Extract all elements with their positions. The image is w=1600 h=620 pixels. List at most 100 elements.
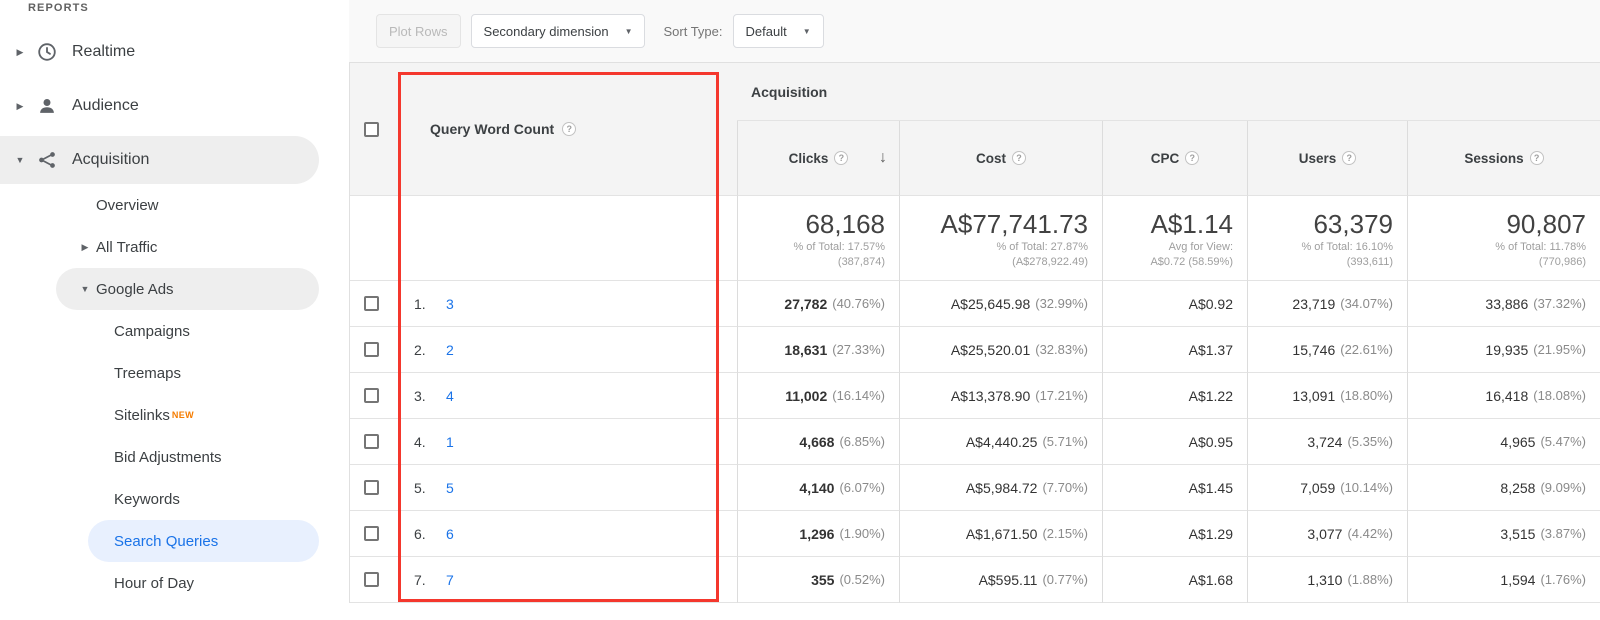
cpc-cell: A$0.92 <box>1102 281 1247 327</box>
chevron-down-icon[interactable]: ▼ <box>78 284 92 294</box>
sidebar-item-campaigns[interactable]: Campaigns <box>0 310 349 352</box>
cost-total-cell: A$77,741.73 % of Total: 27.87% (A$278,92… <box>899 196 1102 281</box>
dimension-header: Query Word Count ? <box>392 63 737 196</box>
row-checkbox[interactable] <box>363 526 379 541</box>
plot-rows-button[interactable]: Plot Rows <box>376 14 461 48</box>
sidebar-item-hour-of-day[interactable]: Hour of Day <box>0 562 349 604</box>
dimension-link[interactable]: 3 <box>446 296 454 312</box>
help-icon[interactable]: ? <box>1529 151 1544 165</box>
cost-cell: A$5,984.72 (7.70%) <box>899 465 1102 511</box>
users-column-header[interactable]: Users ? <box>1247 121 1407 196</box>
percent-of-total: (3.87%) <box>1540 526 1586 541</box>
sidebar-item-sitelinks[interactable]: Sitelinks NEW <box>0 394 349 436</box>
cpc-cell: A$0.95 <box>1102 419 1247 465</box>
dimension-link[interactable]: 4 <box>446 388 454 404</box>
percent-of-total: (1.90%) <box>839 526 885 541</box>
help-icon[interactable]: ? <box>834 151 849 165</box>
person-icon <box>36 95 58 117</box>
total-subtext: (A$278,922.49) <box>1012 256 1088 268</box>
clicks-cell: 4,140 (6.07%) <box>737 465 899 511</box>
total-value: 63,379 <box>1313 209 1393 239</box>
help-icon[interactable]: ? <box>562 122 577 136</box>
cost-cell: A$595.11 (0.77%) <box>899 557 1102 603</box>
acquisition-icon <box>36 149 58 171</box>
metric-value: A$13,378.90 <box>950 387 1031 404</box>
metric-value: 19,935 <box>1485 341 1529 358</box>
sidebar-item-search-queries[interactable]: Search Queries <box>88 520 319 562</box>
dimension-link[interactable]: 1 <box>446 434 454 450</box>
sidebar-item-google-ads[interactable]: ▼ Google Ads <box>56 268 319 310</box>
total-value: A$1.14 <box>1150 209 1233 239</box>
sessions-total-cell: 90,807 % of Total: 11.78% (770,986) <box>1407 196 1600 281</box>
row-index: 7. <box>414 571 426 588</box>
sidebar-item-audience[interactable]: ▶ Audience <box>0 82 349 130</box>
metric-value: A$1,671.50 <box>965 525 1038 542</box>
chevron-right-icon[interactable]: ▶ <box>78 242 92 253</box>
cost-column-header[interactable]: Cost ? <box>899 121 1102 196</box>
users-cell: 3,724 (5.35%) <box>1247 419 1407 465</box>
dimension-cell: 3. 4 <box>392 373 737 419</box>
dimension-cell: 6. 6 <box>392 511 737 557</box>
dimension-link[interactable]: 6 <box>446 526 454 542</box>
chevron-down-icon[interactable]: ▼ <box>12 155 28 165</box>
total-subtext: % of Total: 17.57% <box>793 241 885 253</box>
dimension-link[interactable]: 5 <box>446 480 454 496</box>
metric-value: A$1.37 <box>1188 341 1233 358</box>
sidebar-item-all-traffic[interactable]: ▶ All Traffic <box>0 226 349 268</box>
sessions-column-header[interactable]: Sessions ? <box>1407 121 1600 196</box>
clicks-column-header[interactable]: Clicks ? ↓ <box>737 121 899 196</box>
sidebar-item-label: Keywords <box>114 490 180 508</box>
help-icon[interactable]: ? <box>1012 151 1026 165</box>
chevron-right-icon[interactable]: ▶ <box>12 47 28 58</box>
cpc-column-header[interactable]: CPC ? <box>1102 121 1247 196</box>
select-all-checkbox[interactable] <box>363 121 379 137</box>
sidebar-item-label: Realtime <box>72 43 136 60</box>
row-checkbox[interactable] <box>363 572 379 587</box>
sidebar-item-keywords[interactable]: Keywords <box>0 478 349 520</box>
sidebar-item-overview[interactable]: Overview <box>0 184 349 226</box>
report-content: Plot Rows Secondary dimension ▼ Sort Typ… <box>349 0 1600 620</box>
secondary-dimension-dropdown[interactable]: Secondary dimension ▼ <box>470 14 646 48</box>
percent-of-total: (32.99%) <box>1035 296 1088 311</box>
help-icon[interactable]: ? <box>1185 151 1200 165</box>
row-checkbox[interactable] <box>363 480 379 495</box>
sidebar-item-acquisition[interactable]: ▼ Acquisition <box>0 136 319 184</box>
reports-section-label: REPORTS <box>28 2 89 14</box>
total-subtext: Avg for View: <box>1168 241 1233 253</box>
metric-value: A$1.68 <box>1188 571 1233 588</box>
total-value: 90,807 <box>1506 209 1586 239</box>
dimension-link[interactable]: 2 <box>446 342 454 358</box>
percent-of-total: (18.08%) <box>1533 388 1586 403</box>
clicks-cell: 4,668 (6.85%) <box>737 419 899 465</box>
sort-descending-icon[interactable]: ↓ <box>879 149 887 167</box>
users-cell: 23,719 (34.07%) <box>1247 281 1407 327</box>
sidebar-item-realtime[interactable]: ▶ Realtime <box>0 28 349 76</box>
percent-of-total: (16.14%) <box>832 388 885 403</box>
help-icon[interactable]: ? <box>1342 151 1357 165</box>
metric-value: 18,631 <box>784 341 828 358</box>
sidebar-item-bid-adjustments[interactable]: Bid Adjustments <box>0 436 349 478</box>
row-checkbox[interactable] <box>363 342 379 357</box>
row-checkbox[interactable] <box>363 296 379 311</box>
metric-value: 1,310 <box>1307 571 1343 588</box>
sidebar-item-label: Sitelinks <box>114 406 170 424</box>
sidebar-item-label: Treemaps <box>114 364 181 382</box>
dimension-header-label: Query Word Count <box>430 121 555 137</box>
clicks-cell: 11,002 (16.14%) <box>737 373 899 419</box>
users-cell: 13,091 (18.80%) <box>1247 373 1407 419</box>
sort-type-dropdown[interactable]: Default ▼ <box>732 14 824 48</box>
sidebar-item-treemaps[interactable]: Treemaps <box>0 352 349 394</box>
column-label: Cost <box>976 150 1006 166</box>
metric-value: 4,965 <box>1500 433 1536 450</box>
metric-value: A$25,645.98 <box>950 295 1031 312</box>
row-checkbox[interactable] <box>363 388 379 403</box>
row-checkbox[interactable] <box>363 434 379 449</box>
sidebar-item-label: Hour of Day <box>114 574 195 592</box>
metric-value: 3,515 <box>1500 525 1536 542</box>
total-value: 68,168 <box>805 209 885 239</box>
dimension-link[interactable]: 7 <box>446 572 454 588</box>
metric-value: 16,418 <box>1485 387 1529 404</box>
row-index: 2. <box>414 341 426 358</box>
chevron-right-icon[interactable]: ▶ <box>12 101 28 112</box>
percent-of-total: (40.76%) <box>832 296 885 311</box>
